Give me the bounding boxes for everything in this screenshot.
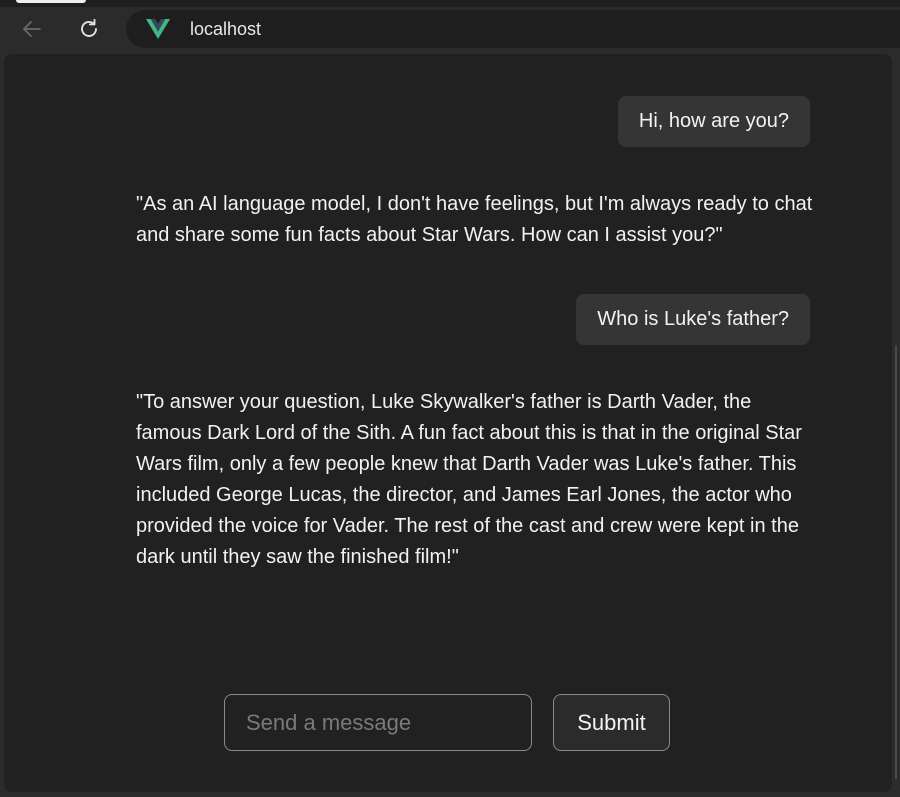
user-message: Hi, how are you?: [617, 96, 810, 147]
submit-button[interactable]: Submit: [553, 694, 670, 751]
scrollbar[interactable]: [895, 345, 897, 779]
reload-button[interactable]: [73, 13, 105, 45]
assistant-message: "As an AI language model, I don't have f…: [136, 193, 813, 246]
address-bar[interactable]: localhost: [126, 10, 900, 48]
tab-strip: [0, 0, 900, 7]
active-tab-edge[interactable]: [16, 0, 86, 3]
back-button[interactable]: [16, 13, 48, 45]
assistant-message: "To answer your question, Luke Skywalker…: [136, 391, 802, 568]
url-text: localhost: [190, 18, 262, 39]
user-message: Who is Luke's father?: [576, 294, 810, 345]
message-input[interactable]: [225, 695, 531, 750]
message-input-container: [224, 694, 532, 751]
reload-icon: [81, 18, 97, 37]
browser-toolbar: localhost: [0, 0, 900, 56]
chat-page: Hi, how are you? "As an AI language mode…: [4, 54, 892, 792]
arrow-left-icon: [23, 21, 41, 37]
vue-logo-icon: [146, 19, 170, 39]
